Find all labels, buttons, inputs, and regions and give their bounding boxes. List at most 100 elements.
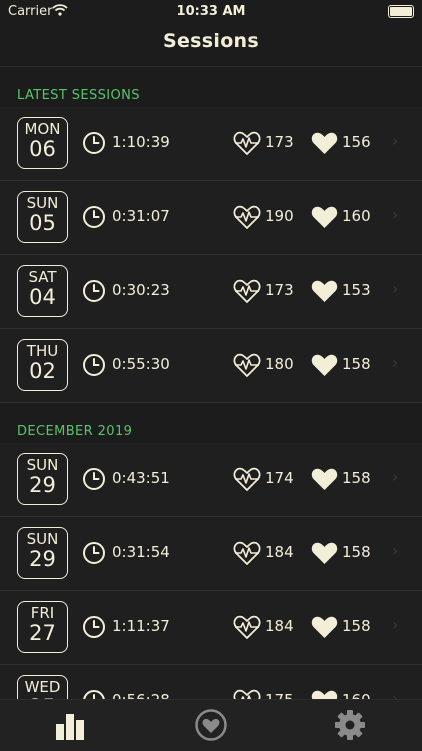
section-header-label: DECEMBER 2019 <box>17 424 133 439</box>
day-number: 06 <box>29 137 56 161</box>
status-bar: Carrier 10:33 AM <box>0 0 422 24</box>
session-row[interactable]: WED 25 0:56:28 175 160 › <box>0 665 422 699</box>
average-heart-rate: 158 <box>342 543 371 561</box>
tab-settings[interactable] <box>333 708 367 742</box>
session-duration: 0:31:07 <box>112 207 170 225</box>
date-badge: SAT 04 <box>17 265 68 317</box>
clock-icon <box>82 279 106 303</box>
clock-icon <box>82 541 106 565</box>
heart-icon <box>311 541 338 565</box>
session-duration: 1:10:39 <box>112 133 170 151</box>
section-header: LATEST SESSIONS <box>0 67 422 107</box>
weekday-label: SUN <box>26 530 59 548</box>
heart-rate-icon <box>233 614 261 640</box>
day-number: 29 <box>29 473 56 497</box>
heart-icon <box>311 353 338 377</box>
date-badge: SUN 29 <box>17 453 68 505</box>
date-badge: THU 02 <box>17 339 68 391</box>
session-duration: 0:43:51 <box>112 469 170 487</box>
weekday-label: SAT <box>28 268 57 286</box>
heart-rate-icon <box>233 688 261 699</box>
tab-bar <box>0 699 422 751</box>
average-heart-rate: 160 <box>342 691 371 699</box>
heart-rate-icon <box>233 130 261 156</box>
heart-rate-icon <box>233 540 261 566</box>
max-heart-rate: 180 <box>265 355 294 373</box>
chevron-right-icon: › <box>392 131 399 150</box>
session-row[interactable]: THU 02 0:55:30 180 158 › <box>0 329 422 403</box>
section-rows: SUN 29 0:43:51 174 158 › SUN 29 0:31:54 … <box>0 443 422 699</box>
session-row[interactable]: SUN 29 0:31:54 184 158 › <box>0 517 422 591</box>
max-heart-rate: 173 <box>265 281 294 299</box>
chevron-right-icon: › <box>392 467 399 486</box>
clock-icon <box>82 615 106 639</box>
heart-icon <box>311 205 338 229</box>
heart-icon <box>311 689 338 699</box>
battery-icon <box>388 5 414 18</box>
section-rows: MON 06 1:10:39 173 156 › SUN 05 0:31:07 … <box>0 107 422 403</box>
clock-icon <box>82 689 106 699</box>
weekday-label: MON <box>24 120 61 138</box>
heart-icon <box>311 279 338 303</box>
section-header-label: LATEST SESSIONS <box>17 88 140 103</box>
tab-heart-rate[interactable] <box>194 708 228 742</box>
heart-icon <box>311 467 338 491</box>
max-heart-rate: 173 <box>265 133 294 151</box>
chevron-right-icon: › <box>392 353 399 372</box>
section-header: DECEMBER 2019 <box>0 403 422 443</box>
session-row[interactable]: SAT 04 0:30:23 173 153 › <box>0 255 422 329</box>
average-heart-rate: 153 <box>342 281 371 299</box>
chevron-right-icon: › <box>392 541 399 560</box>
average-heart-rate: 156 <box>342 133 371 151</box>
date-badge: SUN 05 <box>17 191 68 243</box>
session-duration: 0:31:54 <box>112 543 170 561</box>
clock-icon <box>82 467 106 491</box>
day-number: 04 <box>29 285 56 309</box>
chevron-right-icon: › <box>392 205 399 224</box>
weekday-label: FRI <box>30 604 55 622</box>
max-heart-rate: 190 <box>265 207 294 225</box>
weekday-label: SUN <box>26 194 59 212</box>
session-duration: 0:56:28 <box>112 691 170 699</box>
clock-icon <box>82 353 106 377</box>
chevron-right-icon: › <box>392 279 399 298</box>
date-badge: WED 25 <box>17 675 68 699</box>
session-row[interactable]: SUN 29 0:43:51 174 158 › <box>0 443 422 517</box>
tab-sessions[interactable] <box>53 708 87 742</box>
gear-icon <box>333 708 367 742</box>
heart-rate-icon <box>233 466 261 492</box>
heart-rate-icon <box>233 278 261 304</box>
date-badge: MON 06 <box>17 117 68 169</box>
session-row[interactable]: MON 06 1:10:39 173 156 › <box>0 107 422 181</box>
session-duration: 0:55:30 <box>112 355 170 373</box>
heart-icon <box>311 615 338 639</box>
session-duration: 1:11:37 <box>112 617 170 635</box>
clock-time: 10:33 AM <box>176 4 246 19</box>
date-badge: FRI 27 <box>17 601 68 653</box>
weekday-label: WED <box>24 678 61 696</box>
average-heart-rate: 158 <box>342 617 371 635</box>
date-badge: SUN 29 <box>17 527 68 579</box>
session-row[interactable]: SUN 05 0:31:07 190 160 › <box>0 181 422 255</box>
heart-rate-icon <box>233 204 261 230</box>
max-heart-rate: 174 <box>265 469 294 487</box>
chevron-right-icon: › <box>392 689 399 699</box>
average-heart-rate: 158 <box>342 355 371 373</box>
day-number: 27 <box>29 621 56 645</box>
average-heart-rate: 160 <box>342 207 371 225</box>
day-number: 05 <box>29 211 56 235</box>
weekday-label: THU <box>26 342 59 360</box>
sections-container: LATEST SESSIONS MON 06 1:10:39 173 156 ›… <box>0 67 422 699</box>
heart-circle-icon <box>194 708 228 742</box>
chevron-right-icon: › <box>392 615 399 634</box>
average-heart-rate: 158 <box>342 469 371 487</box>
page-title: Sessions <box>163 30 259 52</box>
session-duration: 0:30:23 <box>112 281 170 299</box>
max-heart-rate: 184 <box>265 617 294 635</box>
max-heart-rate: 184 <box>265 543 294 561</box>
session-row[interactable]: FRI 27 1:11:37 184 158 › <box>0 591 422 665</box>
clock-icon <box>82 131 106 155</box>
day-number: 02 <box>29 359 56 383</box>
sessions-list[interactable]: LATEST SESSIONS MON 06 1:10:39 173 156 ›… <box>0 67 422 699</box>
heart-rate-icon <box>233 352 261 378</box>
